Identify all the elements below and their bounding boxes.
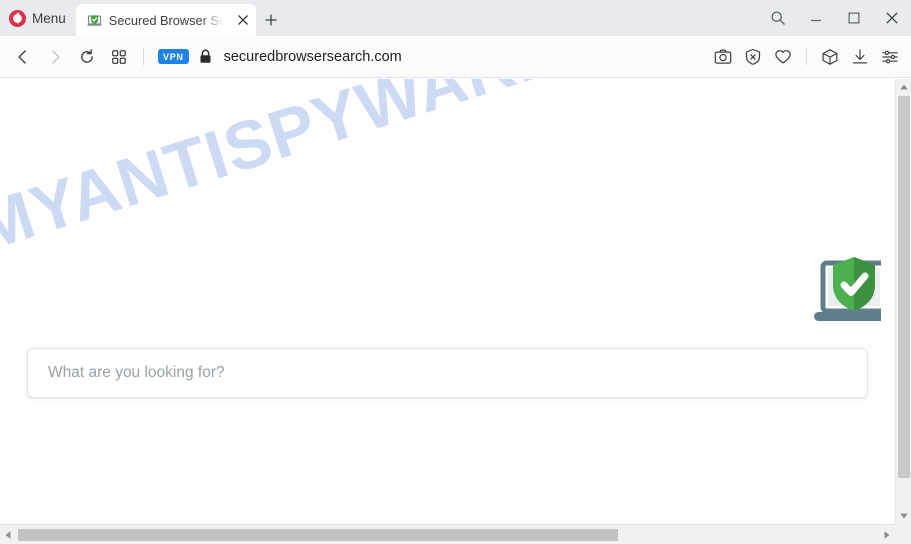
scroll-right-arrow-icon[interactable] (879, 527, 895, 543)
horizontal-scrollbar[interactable] (0, 524, 911, 544)
vertical-scrollbar[interactable] (895, 79, 911, 524)
tab-title: Secured Browser Sea (108, 12, 227, 28)
forward-button[interactable] (39, 41, 71, 73)
toolbar-divider (143, 48, 144, 65)
address-bar-url[interactable]: securedbrowsersearch.com (224, 49, 708, 65)
toolbar-right-icons (708, 41, 905, 73)
vertical-scrollbar-thumb[interactable] (898, 96, 910, 478)
search-input[interactable] (48, 364, 847, 382)
ad-blocker-shield-icon[interactable] (738, 41, 768, 73)
watermark-text: MYANTISPYWARE.COM (0, 79, 742, 267)
easy-setup-icon[interactable] (875, 41, 905, 73)
workspace-cube-icon[interactable] (815, 41, 845, 73)
scroll-up-arrow-icon[interactable] (896, 79, 911, 95)
scroll-down-arrow-icon[interactable] (896, 508, 911, 524)
tab-strip: Menu Secured Browser Sea (0, 0, 911, 36)
snapshot-camera-icon[interactable] (708, 41, 738, 73)
scroll-left-arrow-icon[interactable] (0, 527, 16, 543)
window-controls (759, 0, 911, 36)
maximize-icon[interactable] (835, 0, 873, 36)
opera-menu-label: Menu (32, 10, 66, 26)
vpn-badge[interactable]: VPN (158, 49, 189, 64)
favorites-heart-icon[interactable] (768, 41, 798, 73)
browser-tab[interactable]: Secured Browser Sea (75, 4, 256, 36)
browser-window: Menu Secured Browser Sea VPN securedbrow… (0, 0, 911, 544)
shield-laptop-favicon-icon (87, 13, 102, 28)
toolbar-divider-2 (806, 48, 807, 65)
back-button[interactable] (7, 41, 39, 73)
opera-logo-icon (9, 9, 26, 27)
window-search-icon[interactable] (759, 0, 797, 36)
minimize-icon[interactable] (797, 0, 835, 36)
browser-toolbar: VPN securedbrowsersearch.com (0, 36, 911, 78)
new-tab-button[interactable] (256, 4, 286, 36)
close-window-icon[interactable] (873, 0, 911, 36)
lock-icon[interactable] (199, 49, 212, 64)
shield-laptop-logo-icon (812, 255, 881, 333)
downloads-icon[interactable] (845, 41, 875, 73)
horizontal-scrollbar-thumb[interactable] (18, 529, 618, 541)
search-box[interactable] (27, 348, 868, 398)
scrollbar-corner (895, 524, 911, 544)
page-content: MYANTISPYWARE.COM Terms of Service Priva… (0, 79, 881, 524)
tab-close-icon[interactable] (234, 11, 252, 29)
reload-button[interactable] (71, 41, 103, 73)
opera-menu-button[interactable]: Menu (0, 0, 76, 36)
speed-dial-button[interactable] (103, 41, 135, 73)
